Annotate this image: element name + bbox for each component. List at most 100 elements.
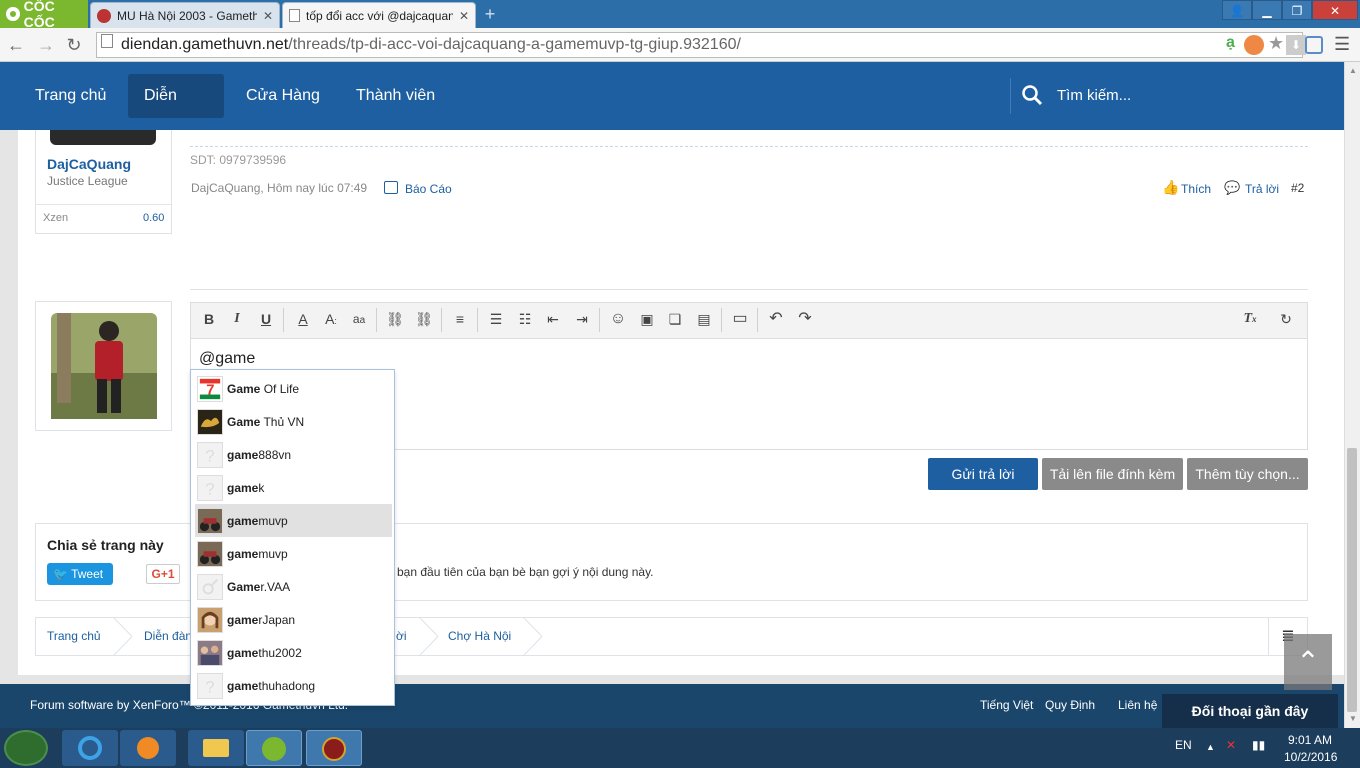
coccoc-taskbar-icon[interactable]	[246, 730, 302, 766]
download-icon[interactable]: ⬇	[1286, 35, 1306, 55]
nav-members[interactable]: Thành viên	[340, 74, 451, 118]
mention-item[interactable]: ? game888vn	[195, 438, 392, 471]
nav-home[interactable]: Trang chủ	[19, 74, 122, 118]
image-icon[interactable]: ▣	[637, 309, 657, 329]
post-meta[interactable]: DajCaQuang, Hôm nay lúc 07:49	[191, 181, 367, 195]
browser-menu-icon[interactable]: ☰	[1334, 34, 1350, 55]
language-indicator[interactable]: EN	[1175, 738, 1192, 752]
mention-item[interactable]: Game Thủ VN	[195, 405, 392, 438]
recent-chats-button[interactable]: Đối thoại gần đây	[1162, 694, 1338, 728]
tab-mu-hanoi[interactable]: MU Hà Nội 2003 - Gamethu ✕	[90, 2, 280, 28]
clock-date[interactable]: 10/2/2016	[1284, 750, 1337, 764]
submit-reply-button[interactable]: Gửi trả lời	[928, 458, 1038, 490]
post-username[interactable]: DajCaQuang	[47, 156, 131, 172]
close-tab-icon[interactable]: ✕	[263, 9, 273, 23]
reload-icon[interactable]: ↻	[64, 35, 84, 55]
media-player-icon[interactable]	[120, 730, 176, 766]
close-window-icon[interactable]: ✕	[1312, 0, 1358, 20]
back-arrow-icon[interactable]: ←	[6, 35, 26, 55]
remove-format-icon[interactable]: Tx	[1240, 309, 1260, 329]
footer-rules[interactable]: Quy Định	[1045, 698, 1095, 712]
bullet-list-icon[interactable]: ☰	[486, 309, 506, 329]
new-tab-icon[interactable]: +	[480, 5, 500, 23]
google-plus-button[interactable]: G+1	[146, 564, 180, 584]
minimize-window-icon[interactable]: ▁	[1252, 0, 1282, 20]
file-explorer-icon[interactable]	[188, 730, 244, 766]
smilie-icon[interactable]: ☺	[608, 309, 628, 329]
redo-icon[interactable]: ↷	[795, 309, 815, 329]
share-facebook-text: bạn đầu tiên của bạn bè bạn gợi ý nội du…	[397, 565, 654, 579]
text-color-icon[interactable]: A	[293, 309, 313, 329]
coccoc-extension-icon[interactable]	[1244, 35, 1264, 55]
link-icon[interactable]: ⛓	[385, 309, 405, 329]
browser-logo[interactable]: CỐC CỐC	[0, 0, 88, 30]
align-icon[interactable]: ≡	[450, 309, 470, 329]
save-draft-icon[interactable]: ▭	[730, 309, 750, 329]
mention-item[interactable]: gamemuvp	[195, 537, 392, 570]
upload-attachment-button[interactable]: Tải lên file đính kèm	[1042, 458, 1183, 490]
mention-item[interactable]: Gamer.VAA	[195, 570, 392, 603]
page-info-icon[interactable]	[101, 34, 113, 48]
breadcrumb-cho-ha-noi[interactable]: Chợ Hà Nội	[448, 618, 511, 655]
font-size-icon[interactable]: A:	[321, 309, 341, 329]
mention-item[interactable]: gamethu2002	[195, 636, 392, 669]
mention-item[interactable]: gamerJapan	[195, 603, 392, 636]
volume-icon[interactable]: ▮▮	[1252, 738, 1265, 752]
post-number[interactable]: #2	[1291, 181, 1304, 195]
tweet-button[interactable]: 🐦 Tweet	[47, 563, 113, 585]
unlink-icon[interactable]: ⛓	[414, 309, 434, 329]
breadcrumb-section[interactable]: ời	[396, 618, 407, 655]
scroll-to-top-icon[interactable]: ⌃	[1284, 634, 1332, 690]
scrollbar-thumb[interactable]	[1347, 448, 1357, 712]
scroll-up-arrow-icon[interactable]: ▲	[1346, 64, 1360, 78]
search-box[interactable]: Tìm kiếm...	[1010, 78, 1310, 114]
current-user-avatar[interactable]	[51, 313, 157, 419]
network-warning-icon[interactable]: ✕	[1226, 738, 1236, 752]
clock-time[interactable]: 9:01 AM	[1288, 733, 1332, 747]
mention-item[interactable]: 7 Game Of Life	[195, 372, 392, 405]
underline-icon[interactable]: U	[256, 309, 276, 329]
scroll-down-arrow-icon[interactable]: ▼	[1346, 712, 1360, 726]
forward-arrow-icon[interactable]: →	[36, 35, 56, 55]
outdent-icon[interactable]: ⇤	[543, 309, 563, 329]
user-menu-icon[interactable]: 👤	[1222, 0, 1252, 20]
user-avatar[interactable]	[50, 130, 156, 145]
coccoc-spell-icon[interactable]: ạ	[1226, 34, 1235, 52]
report-icon[interactable]	[384, 181, 398, 194]
report-link[interactable]: Báo Cáo	[405, 182, 452, 196]
start-button-icon[interactable]	[4, 730, 48, 766]
extension-icon[interactable]	[1305, 36, 1323, 54]
reply-icon[interactable]: 💬	[1224, 180, 1240, 196]
media-icon[interactable]: ❏	[665, 309, 685, 329]
like-link[interactable]: Thích	[1181, 182, 1211, 196]
tab-current-thread[interactable]: tốp đổi acc với @dajcaquang ✕	[282, 2, 476, 28]
toggle-bbcode-icon[interactable]: ↻	[1276, 309, 1296, 329]
footer-contact[interactable]: Liên hệ	[1118, 698, 1157, 712]
nav-store[interactable]: Cửa Hàng	[230, 74, 336, 118]
reply-link[interactable]: Trả lời	[1245, 182, 1279, 196]
font-family-icon[interactable]: aa	[349, 309, 369, 329]
internet-explorer-icon[interactable]	[62, 730, 118, 766]
nav-forums[interactable]: Diễn đàn	[128, 74, 224, 148]
bookmark-star-icon[interactable]: ★	[1268, 33, 1284, 54]
italic-icon[interactable]: I	[227, 309, 247, 329]
more-options-button[interactable]: Thêm tùy chọn...	[1187, 458, 1308, 490]
numbered-list-icon[interactable]: ☷	[515, 309, 535, 329]
like-icon[interactable]: 👍	[1162, 179, 1179, 196]
show-hidden-icons-icon[interactable]: ▲	[1206, 742, 1215, 752]
mention-item-selected[interactable]: gamemuvp	[195, 504, 392, 537]
breadcrumb-home[interactable]: Trang chủ	[47, 618, 101, 655]
mention-item[interactable]: ? gamethuhadong	[195, 669, 392, 702]
search-icon[interactable]	[1021, 84, 1043, 106]
close-tab-icon[interactable]: ✕	[459, 9, 469, 23]
bold-icon[interactable]: B	[199, 309, 219, 329]
mu-game-taskbar-icon[interactable]	[306, 730, 362, 766]
insert-icon[interactable]: ▤	[694, 309, 714, 329]
mention-item[interactable]: ? gamek	[195, 471, 392, 504]
undo-icon[interactable]: ↶	[766, 309, 786, 329]
restore-window-icon[interactable]: ❐	[1282, 0, 1312, 20]
footer-language[interactable]: Tiếng Việt	[980, 698, 1033, 712]
indent-icon[interactable]: ⇥	[572, 309, 592, 329]
url-field[interactable]: diendan.gamethuvn.net/threads/tp-di-acc-…	[96, 32, 1303, 58]
breadcrumb-forums[interactable]: Diễn đàn	[144, 618, 192, 655]
